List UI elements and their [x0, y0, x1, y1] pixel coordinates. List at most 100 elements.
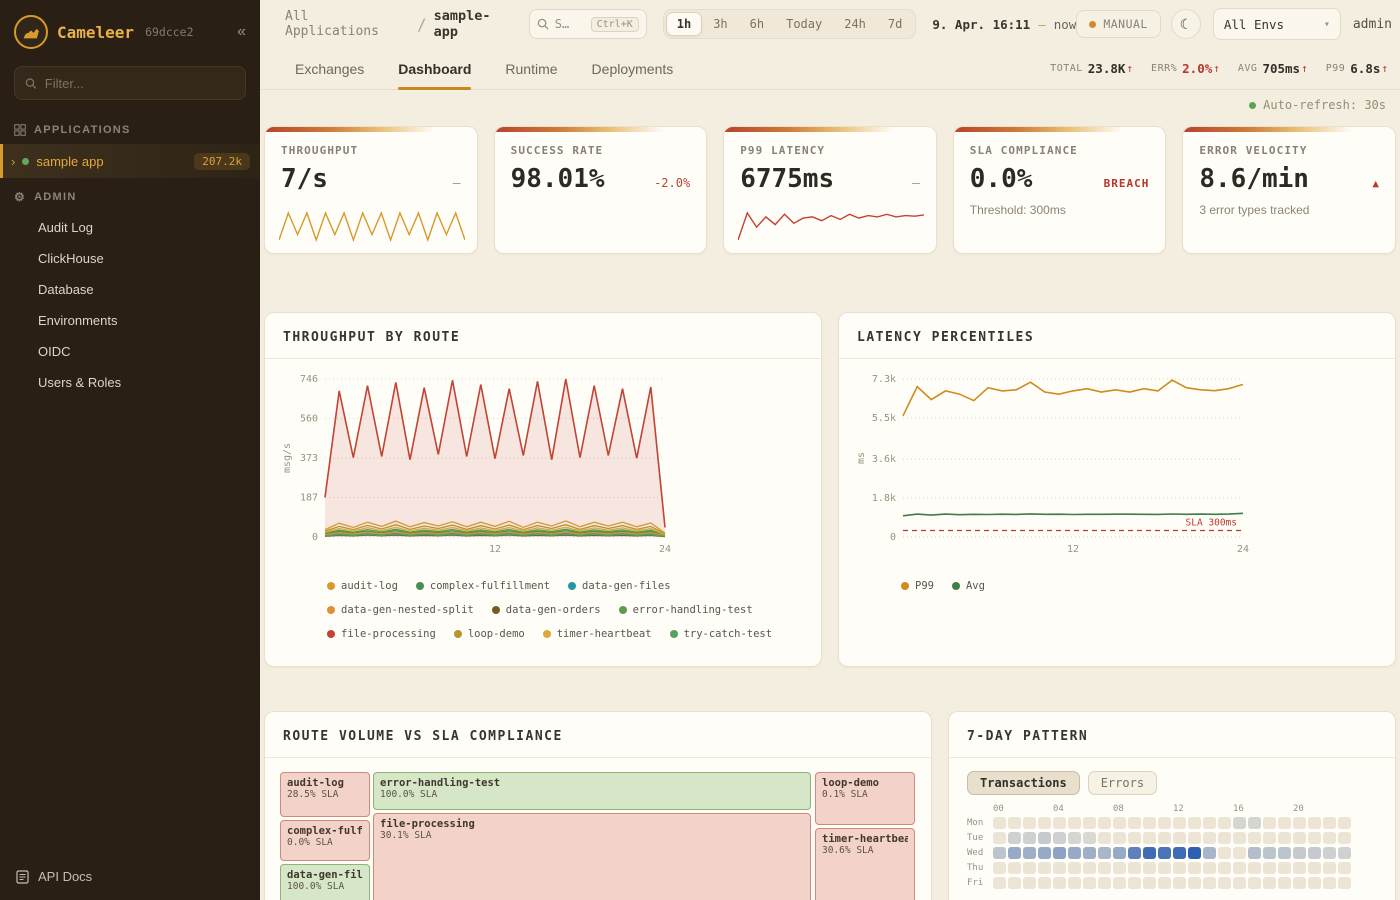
- kpi-secondary: –: [453, 176, 461, 191]
- heatmap-cell: [1203, 832, 1216, 844]
- legend-item-p99[interactable]: P99: [901, 580, 934, 592]
- legend-item-avg[interactable]: Avg: [952, 580, 985, 592]
- heatmap-cell: [1188, 817, 1201, 829]
- kpi-card-throughput: THROUGHPUT 7/s –: [264, 126, 478, 254]
- legend-dot-icon: [952, 582, 960, 590]
- legend-item-try-catch-test[interactable]: try-catch-test: [670, 628, 773, 640]
- heatmap-cell: [1083, 877, 1096, 889]
- range-3h-button[interactable]: 3h: [702, 12, 738, 36]
- toggle-errors[interactable]: Errors: [1088, 771, 1157, 795]
- toggle-transactions[interactable]: Transactions: [967, 771, 1080, 795]
- tab-runtime[interactable]: Runtime: [505, 48, 557, 89]
- user-menu[interactable]: admin: [1353, 17, 1392, 32]
- legend-label: complex-fulfillment: [430, 580, 550, 592]
- heatmap-row-tue: Tue: [967, 832, 1377, 844]
- tab-exchanges[interactable]: Exchanges: [295, 48, 364, 89]
- heatmap-cell: [1338, 877, 1351, 889]
- legend-item-file-processing[interactable]: file-processing: [327, 628, 436, 640]
- treemap-tile-error-handling-test[interactable]: error-handling-test 100.0% SLA: [373, 772, 811, 810]
- global-search[interactable]: Ctrl+K: [529, 9, 647, 39]
- svg-text:187: 187: [300, 492, 318, 503]
- tab-deployments[interactable]: Deployments: [592, 48, 674, 89]
- kpi-row: THROUGHPUT 7/s – SUCCESS RATE 98.01% -2.…: [260, 112, 1400, 254]
- legend-item-data-gen-files[interactable]: data-gen-files: [568, 580, 671, 592]
- heatmap-cell: [1188, 847, 1201, 859]
- heatmap-cell: [1203, 877, 1216, 889]
- kpi-title: SUCCESS RATE: [495, 127, 707, 157]
- legend-item-timer-heartbeat[interactable]: timer-heartbeat: [543, 628, 652, 640]
- range-today-button[interactable]: Today: [775, 12, 833, 36]
- refresh-mode-button[interactable]: MANUAL: [1076, 10, 1161, 38]
- date-range[interactable]: 9. Apr. 16:11 — now: [932, 17, 1076, 32]
- heatmap-cell: [1233, 817, 1246, 829]
- tab-dashboard[interactable]: Dashboard: [398, 48, 471, 89]
- legend-item-complex-fulfillment[interactable]: complex-fulfillment: [416, 580, 550, 592]
- kpi-card-success-rate: SUCCESS RATE 98.01% -2.0%: [494, 126, 708, 254]
- kpi-sparkline: [279, 210, 467, 247]
- tile-sla: 30.6% SLA: [822, 845, 908, 856]
- kpi-value: 0.0%: [970, 164, 1033, 194]
- sidebar-item-api-docs[interactable]: API Docs: [0, 855, 260, 900]
- legend-item-loop-demo[interactable]: loop-demo: [454, 628, 525, 640]
- sidebar-collapse-button[interactable]: «: [237, 23, 246, 41]
- sidebar-item-clickhouse[interactable]: ClickHouse: [0, 243, 260, 274]
- legend-item-audit-log[interactable]: audit-log: [327, 580, 398, 592]
- treemap-tile-timer-heartbeat[interactable]: timer-heartbeat 30.6% SLA: [815, 828, 915, 900]
- heatmap-cell: [1113, 832, 1126, 844]
- heatmap-row-thu: Thu: [967, 862, 1377, 874]
- heatmap-cell: [1278, 847, 1291, 859]
- filter-input[interactable]: [45, 76, 235, 91]
- heatmap-cell: [1293, 862, 1306, 874]
- manual-dot-icon: [1089, 21, 1096, 28]
- range-6h-button[interactable]: 6h: [739, 12, 775, 36]
- search-input[interactable]: [555, 17, 585, 31]
- sidebar-item-audit-log[interactable]: Audit Log: [0, 212, 260, 243]
- heatmap-cell: [1068, 832, 1081, 844]
- heatmap-cell: [1113, 877, 1126, 889]
- legend-label: data-gen-files: [582, 580, 671, 592]
- heatmap-cell: [1128, 832, 1141, 844]
- env-select[interactable]: All Envs ▾: [1213, 8, 1341, 40]
- heatmap-cell: [1293, 832, 1306, 844]
- route-volume-treemap: audit-log 28.5% SLA error-handling-test …: [280, 772, 916, 900]
- admin-section-label: ⚙ ADMIN: [0, 178, 260, 212]
- kpi-value: 98.01%: [511, 164, 605, 194]
- kpi-title: THROUGHPUT: [265, 127, 477, 157]
- sidebar-item-database[interactable]: Database: [0, 274, 260, 305]
- caret-down-icon: ▾: [1324, 19, 1330, 30]
- heatmap-cell: [1308, 847, 1321, 859]
- legend-item-error-handling-test[interactable]: error-handling-test: [619, 604, 753, 616]
- tile-name: file-processing: [380, 818, 804, 830]
- legend-dot-icon: [327, 630, 335, 638]
- sidebar-item-users-roles[interactable]: Users & Roles: [0, 367, 260, 398]
- document-icon: [16, 870, 29, 884]
- treemap-tile-file-processing[interactable]: file-processing 30.1% SLA: [373, 813, 811, 900]
- heatmap-cell: [1233, 877, 1246, 889]
- heatmap-cell: [1278, 832, 1291, 844]
- heatmap-cell: [1113, 847, 1126, 859]
- kpi-title: SLA COMPLIANCE: [954, 127, 1166, 157]
- kpi-value: 7/s: [281, 164, 328, 194]
- sidebar-item-sample-app[interactable]: › sample app 207.2k: [0, 144, 260, 178]
- treemap-tile-loop-demo[interactable]: loop-demo 0.1% SLA: [815, 772, 915, 825]
- range-1h-button[interactable]: 1h: [666, 12, 702, 36]
- heatmap-cell: [1323, 817, 1336, 829]
- legend-label: error-handling-test: [633, 604, 753, 616]
- kpi-value: 8.6/min: [1199, 164, 1309, 194]
- legend-item-data-gen-nested-split[interactable]: data-gen-nested-split: [327, 604, 474, 616]
- heatmap-cell: [1053, 847, 1066, 859]
- heatmap-cell: [1038, 847, 1051, 859]
- range-24h-button[interactable]: 24h: [833, 12, 877, 36]
- treemap-tile-complex-fulfil[interactable]: complex-fulfil… 0.0% SLA: [280, 820, 370, 861]
- heatmap-cell: [1173, 862, 1186, 874]
- heatmap-cell: [1023, 847, 1036, 859]
- sidebar-item-oidc[interactable]: OIDC: [0, 336, 260, 367]
- treemap-tile-audit-log[interactable]: audit-log 28.5% SLA: [280, 772, 370, 817]
- range-7d-button[interactable]: 7d: [877, 12, 913, 36]
- theme-toggle-button[interactable]: ☾: [1171, 9, 1201, 39]
- treemap-tile-data-gen-files[interactable]: data-gen-files 100.0% SLA: [280, 864, 370, 900]
- breadcrumb-root[interactable]: All Applications: [285, 9, 410, 39]
- sidebar-item-environments[interactable]: Environments: [0, 305, 260, 336]
- heatmap-cell: [993, 832, 1006, 844]
- legend-item-data-gen-orders[interactable]: data-gen-orders: [492, 604, 601, 616]
